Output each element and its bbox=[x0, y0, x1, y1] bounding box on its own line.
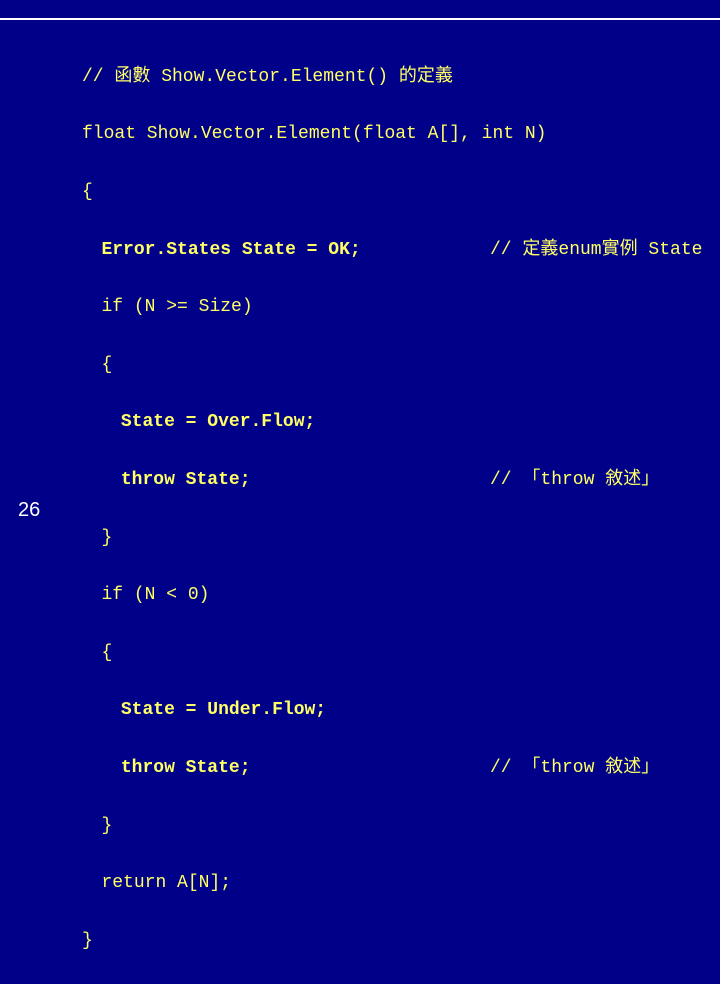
code-line: // 函數 Show.Vector.Element() 的定義 bbox=[82, 67, 453, 87]
horizontal-rule bbox=[0, 18, 720, 20]
code-comment: // 定義enum實例 State bbox=[490, 236, 702, 265]
code-line: } bbox=[82, 931, 93, 951]
code-block: // 函數 Show.Vector.Element() 的定義 float Sh… bbox=[82, 34, 546, 984]
code-line: State = Under.Flow; bbox=[121, 700, 326, 720]
code-line: throw State; bbox=[121, 470, 251, 490]
code-line: State = Over.Flow; bbox=[121, 412, 315, 432]
code-line: } bbox=[101, 528, 112, 548]
code-line: float Show.Vector.Element(float A[], int… bbox=[82, 124, 546, 144]
code-line: Error.States State = OK; bbox=[101, 240, 360, 260]
code-comment: // 「throw 敘述」 bbox=[490, 754, 659, 783]
code-line: return A[N]; bbox=[101, 873, 231, 893]
code-line: { bbox=[101, 355, 112, 375]
code-line: { bbox=[82, 182, 93, 202]
page-number: 26 bbox=[18, 494, 40, 526]
code-line: { bbox=[101, 643, 112, 663]
code-comment: // 「throw 敘述」 bbox=[490, 466, 659, 495]
code-line: if (N < 0) bbox=[101, 585, 209, 605]
code-line: } bbox=[101, 816, 112, 836]
code-line: throw State; bbox=[121, 758, 251, 778]
code-line: if (N >= Size) bbox=[101, 297, 252, 317]
